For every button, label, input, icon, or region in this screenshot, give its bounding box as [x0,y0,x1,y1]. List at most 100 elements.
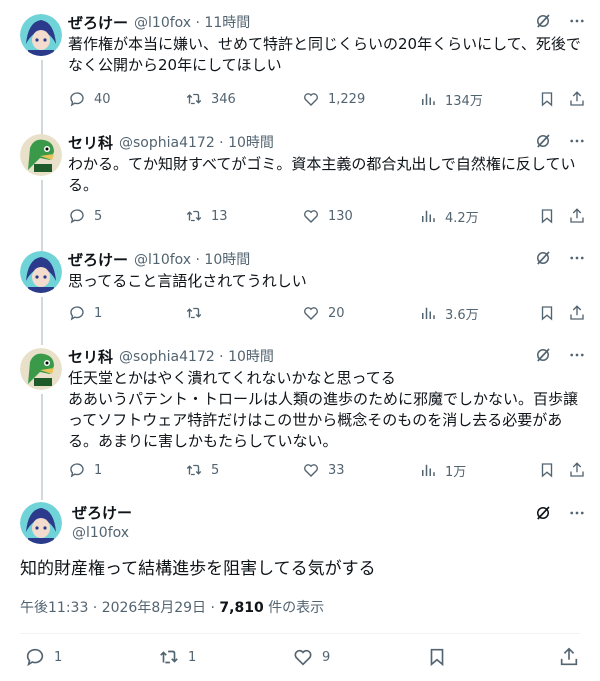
grok-icon[interactable] [534,346,552,364]
like-button[interactable]: 130 [302,206,353,226]
grok-icon[interactable] [534,132,552,150]
main-tweet-text: 知的財産権って結構進歩を阻害してる気がする [20,559,376,579]
tweet-text-line: ってソフトウェア特許だけはこの世から概念そのものを消し去る必要があ [68,411,563,429]
author-meta[interactable]: @sophia4172 · 10時間 [119,346,274,366]
reply-button[interactable]: 5 [68,206,102,226]
grok-icon[interactable] [534,12,552,30]
author-name[interactable]: セリ科 [68,346,113,367]
tweet-text: 任天堂とかはやく潰れてくれないかなと思ってる ああいうパテント・トロールは人類の… [68,368,588,452]
reply-button[interactable]: 40 [68,89,111,109]
like-button[interactable]: 20 [302,303,345,323]
views-button[interactable]: 134万 [419,89,483,109]
share-icon [570,91,584,106]
tweet-text-line: 任天堂とかはやく潰れてくれないかなと思ってる [68,369,396,387]
avatar[interactable] [20,134,62,176]
share-button[interactable] [568,89,586,109]
views-button[interactable]: 3.6万 [419,303,479,323]
share-icon [560,647,578,666]
reply-button[interactable]: 1 [68,460,102,480]
author-name[interactable]: ぜろけー [68,249,128,270]
grok-icon[interactable] [534,504,552,522]
like-button[interactable]: 9 [292,647,330,667]
like-count: 9 [322,649,331,665]
avatar[interactable] [20,348,62,390]
share-icon [570,305,584,320]
reply-count: 5 [94,208,103,224]
retweet-button[interactable]: 346 [185,89,236,109]
like-button[interactable]: 1,229 [302,89,365,109]
avatar[interactable] [20,251,62,293]
bookmark-icon [541,306,553,321]
reply-icon [70,92,84,107]
share-button[interactable] [568,460,586,480]
avatar[interactable] [20,502,62,544]
thread-line [41,297,43,345]
share-button[interactable] [568,303,586,323]
retweet-count: 1 [188,649,197,665]
views-icon [422,307,435,319]
views-icon [422,93,435,105]
reply-icon [70,463,84,478]
bookmark-button[interactable] [426,647,448,667]
retweet-count: 5 [211,462,220,478]
tweet-reply-4[interactable]: セリ科 @sophia4172 · 10時間 任天堂とかはやく潰れてくれないかな… [0,346,600,500]
retweet-count: 346 [211,91,236,107]
views-count: 4.2万 [445,210,479,226]
retweet-button[interactable] [185,303,211,323]
author-meta[interactable]: @l10fox · 11時間 [134,12,250,32]
tweet-text: わかる。てか知財すべてがゴミ。資本主義の都合丸出しで自然権に反してい る。 [68,154,588,196]
more-icon[interactable] [568,346,586,364]
retweet-button[interactable]: 13 [185,206,228,226]
author-name[interactable]: ぜろけー [72,502,132,523]
author-meta[interactable]: @l10fox · 10時間 [134,249,250,269]
tweet-reply-2[interactable]: セリ科 @sophia4172 · 10時間 わかる。てか知財すべてがゴミ。資本… [0,132,600,252]
tweet-reply-1[interactable]: ぜろけー @l10fox · 11時間 著作権が本当に嫌い、せめて特許と同じくら… [0,12,600,156]
reply-count: 1 [94,305,103,321]
divider [20,633,580,634]
author-name[interactable]: セリ科 [68,132,113,153]
tweet-text-line: わかる。てか知財すべてがゴミ。資本主義の都合丸出しで自然権に反してい [68,155,576,173]
main-tweet: ぜろけー @l10fox 知的財産権って結構進歩を阻害してる気がする 午後11:… [0,500,600,681]
avatar[interactable] [20,14,62,56]
share-button[interactable] [568,206,586,226]
like-count: 20 [328,305,345,321]
views-button[interactable]: 1万 [419,460,466,480]
heart-icon [294,649,312,666]
views-icon [422,464,435,476]
bookmark-button[interactable] [538,206,556,226]
author-name[interactable]: ぜろけー [68,12,128,33]
share-button[interactable] [558,647,580,667]
tweet-text: 思ってること言語化されてうれしい [68,271,588,292]
retweet-button[interactable]: 1 [158,647,196,667]
bookmark-icon [430,648,444,667]
more-icon[interactable] [568,132,586,150]
tweet-text-line: 思ってること言語化されてうれしい [68,272,307,290]
tweet-text-line: なく公開から20年にしてほしい [68,56,282,74]
views-count: 134万 [445,93,483,109]
views-icon [422,210,435,222]
reply-button[interactable]: 1 [24,647,62,667]
views-button[interactable]: 4.2万 [419,206,479,226]
retweet-count: 13 [211,208,228,224]
bookmark-icon [541,209,553,224]
reply-button[interactable]: 1 [68,303,102,323]
more-icon[interactable] [568,12,586,30]
more-icon[interactable] [568,504,586,522]
main-actions: 1 1 9 [0,647,600,669]
bookmark-button[interactable] [538,89,556,109]
bookmark-button[interactable] [538,460,556,480]
author-handle[interactable]: @l10fox [72,525,132,541]
retweet-icon [186,307,202,319]
more-icon[interactable] [568,249,586,267]
reply-count: 1 [54,649,63,665]
author-meta[interactable]: @sophia4172 · 10時間 [119,132,274,152]
grok-icon[interactable] [534,249,552,267]
views-count: 1万 [445,464,467,480]
bookmark-button[interactable] [538,303,556,323]
like-button[interactable]: 33 [302,460,345,480]
timestamp-text[interactable]: 午後11:33 · 2026年8月29日 · [20,600,219,616]
views-count: 3.6万 [445,307,479,323]
like-count: 130 [328,208,353,224]
retweet-button[interactable]: 5 [185,460,219,480]
tweet-reply-3[interactable]: ぜろけー @l10fox · 10時間 思ってること言語化されてうれしい 1 2… [0,249,600,345]
